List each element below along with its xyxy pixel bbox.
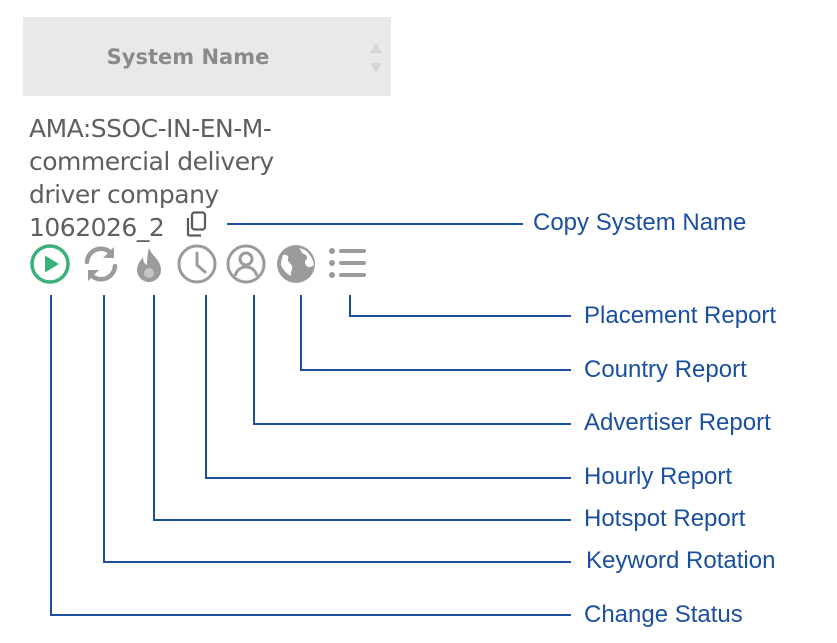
callout-copy-system-name: Copy System Name [533,209,747,236]
callout-line-country [300,295,571,371]
callout-advertiser-report: Advertiser Report [584,409,771,436]
callout-change-status: Change Status [584,601,743,628]
callout-keyword-rotation: Keyword Rotation [586,547,776,574]
callout-line-hotspot [153,295,571,521]
callout-line-hourly [205,295,571,479]
callout-hotspot-report: Hotspot Report [584,505,746,532]
callout-hourly-report: Hourly Report [584,463,733,490]
callout-country-report: Country Report [584,356,747,383]
callout-line-placement [349,295,571,317]
callout-line-status [50,295,571,616]
callout-placement-report: Placement Report [584,302,777,329]
callout-line-keyword [103,295,571,563]
